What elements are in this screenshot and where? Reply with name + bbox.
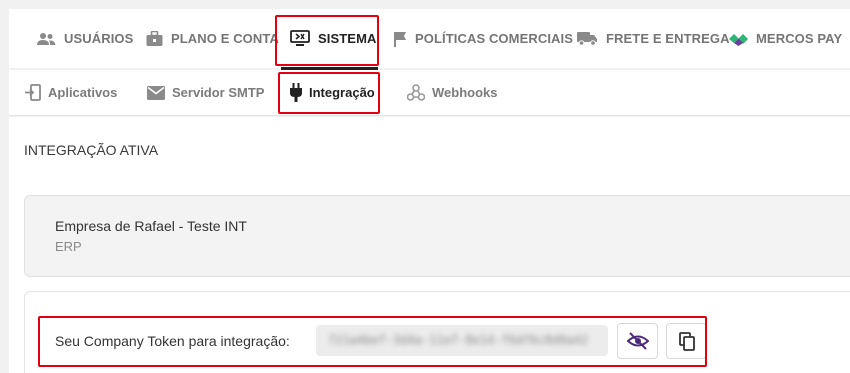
system-monitor-icon <box>290 30 310 46</box>
tab-plano-e-conta-label: PLANO E CONTA <box>171 31 279 46</box>
briefcase-icon <box>146 30 163 46</box>
truck-icon <box>577 32 597 46</box>
subtab-servidor-smtp[interactable]: Servidor SMTP <box>147 70 264 115</box>
app-login-icon <box>25 84 41 101</box>
tab-mercos-pay[interactable]: MERCOS PAY <box>729 9 842 68</box>
tab-mercos-pay-label: MERCOS PAY <box>756 31 843 46</box>
eye-slash-icon <box>626 332 649 350</box>
mercos-pay-logo-icon <box>729 33 748 46</box>
tab-sistema[interactable]: SISTEMA <box>290 9 376 68</box>
sub-navigation: Aplicativos Servidor SMTP Integração Web… <box>9 70 850 116</box>
webhook-icon <box>407 84 425 101</box>
subtab-servidor-smtp-label: Servidor SMTP <box>172 85 265 100</box>
tab-frete-e-entrega[interactable]: FRETE E ENTREGA <box>577 9 730 68</box>
active-tab-underline <box>281 67 378 70</box>
subtab-aplicativos[interactable]: Aplicativos <box>25 70 117 115</box>
tab-politicas-comerciais-label: POLÍTICAS COMERCIAIS <box>415 31 574 46</box>
subtab-webhooks[interactable]: Webhooks <box>407 70 498 115</box>
section-title: INTEGRAÇÃO ATIVA <box>24 142 159 158</box>
flag-icon <box>394 31 406 47</box>
company-token-value: 721a4bef-3d4a-11ef-8e14-f6df6c0d0a42 <box>328 333 589 347</box>
copy-icon <box>678 331 695 351</box>
subtab-webhooks-label: Webhooks <box>432 85 498 100</box>
top-navigation: USUÁRIOS PLANO E CONTA SISTEMA POLÍTICAS… <box>9 9 850 68</box>
mail-icon <box>147 85 165 100</box>
subtab-aplicativos-label: Aplicativos <box>48 85 118 100</box>
toggle-token-visibility-button[interactable] <box>617 323 658 359</box>
tab-usuarios[interactable]: USUÁRIOS <box>37 9 133 68</box>
company-token-field[interactable]: 721a4bef-3d4a-11ef-8e14-f6df6c0d0a42 <box>316 325 608 356</box>
subtab-integracao-label: Integração <box>309 85 375 100</box>
copy-token-button[interactable] <box>666 323 707 359</box>
tab-politicas-comerciais[interactable]: POLÍTICAS COMERCIAIS <box>393 9 573 68</box>
integration-company-name: Empresa de Rafael - Teste INT <box>55 218 247 234</box>
integration-card: Empresa de Rafael - Teste INT ERP <box>24 195 850 277</box>
tab-usuarios-label: USUÁRIOS <box>64 31 134 46</box>
subtab-integracao[interactable]: Integração <box>290 70 375 115</box>
plug-icon <box>290 83 302 102</box>
tab-sistema-label: SISTEMA <box>318 31 377 46</box>
token-label: Seu Company Token para integração: <box>55 333 290 349</box>
users-icon <box>37 32 56 45</box>
tab-plano-e-conta[interactable]: PLANO E CONTA <box>146 9 279 68</box>
tab-frete-e-entrega-label: FRETE E ENTREGA <box>606 31 730 46</box>
integration-type: ERP <box>55 239 82 254</box>
